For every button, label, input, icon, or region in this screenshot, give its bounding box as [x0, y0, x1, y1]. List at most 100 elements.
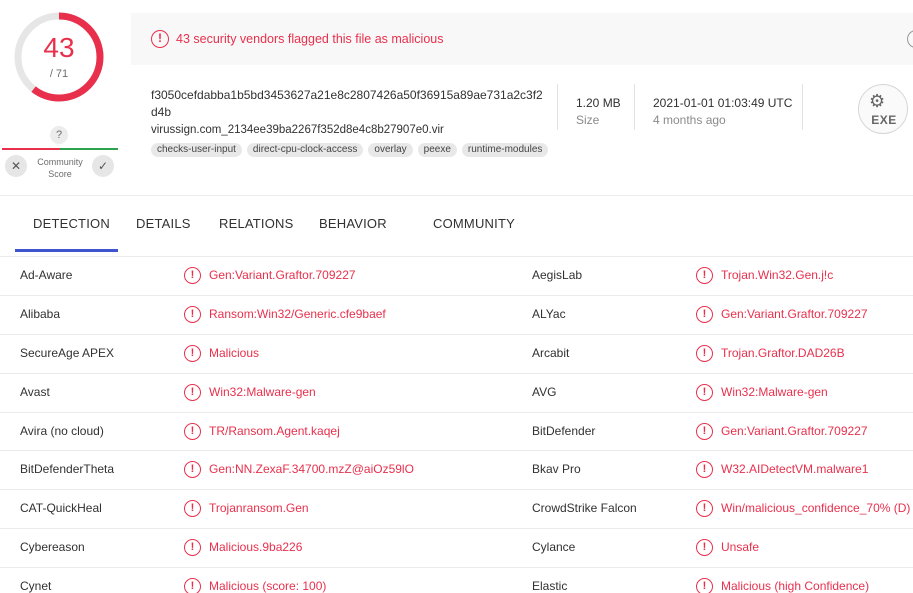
engine-total: / 71	[49, 68, 69, 80]
file-info-panel: f3050cefdabba1b5bd3453627a21e8c2807426a5…	[131, 66, 913, 176]
divider	[557, 84, 558, 130]
detection-result: Win32:Malware-gen	[209, 384, 316, 399]
detection-result: Trojan.Graftor.DAD26B	[721, 345, 845, 360]
malicious-alert-icon: !	[696, 305, 713, 323]
detection-row: Cynet! Malicious (score: 100) Elastic! Mali…	[0, 567, 913, 593]
vendor-name: BitDefender	[532, 423, 596, 438]
malicious-alert-icon: !	[184, 422, 201, 440]
malicious-alert-icon: !	[696, 578, 713, 593]
detection-result: Ransom:Win32/Generic.cfe9baef	[209, 306, 386, 321]
tab-behavior[interactable]: BEHAVIOR	[319, 216, 387, 231]
malicious-alert-icon: !	[696, 344, 713, 362]
vendor-name: AegisLab	[532, 268, 583, 282]
malicious-alert-icon: !	[696, 539, 713, 557]
tag-peexe[interactable]: peexe	[417, 143, 457, 157]
detection-count: 43	[43, 32, 75, 63]
tab-relations[interactable]: RELATIONS	[219, 216, 294, 231]
detection-row: Ad-Aware! Gen:Variant.Graftor.709227 Aegis…	[0, 256, 913, 295]
malicious-alert-icon: !	[184, 267, 201, 284]
malicious-alert-icon: !	[696, 461, 713, 479]
vendor-name: SecureAge APEX	[20, 345, 115, 360]
last-analysis-ago: 4 months ago	[653, 113, 726, 127]
detection-result: Unsafe	[721, 540, 760, 555]
tab-community[interactable]: COMMUNITY	[433, 216, 515, 231]
tab-bar: DETECTION DETAILS RELATIONS BEHAVIOR COM…	[0, 195, 913, 252]
divider	[802, 84, 803, 130]
vendor-name: Cylance	[532, 540, 576, 555]
tag-overlay[interactable]: overlay	[368, 143, 413, 157]
malicious-alert-icon: !	[184, 383, 201, 401]
file-size: 1.20 MB	[576, 96, 621, 110]
detection-row: Avira (no cloud)! TR/Ransom.Agent.kaqej Bi…	[0, 411, 913, 451]
vendor-name: Elastic	[532, 579, 568, 593]
detection-result: Malicious.9ba226	[209, 540, 303, 555]
detection-result: W32.AIDetectVM.malware1	[721, 462, 869, 477]
malicious-alert-icon: !	[696, 383, 713, 401]
malicious-alert-icon: !	[696, 267, 713, 284]
exe-file-icon: ⚙ EXE	[858, 84, 908, 134]
file-hash: f3050cefdabba1b5bd3453627a21e8c2807426a5…	[151, 88, 543, 119]
vendor-name: Avira (no cloud)	[20, 423, 104, 438]
detection-table: Ad-Aware! Gen:Variant.Graftor.709227 Aegis…	[0, 256, 913, 593]
malicious-alert-icon: !	[184, 305, 201, 323]
alert-text: 43 security vendors flagged this file as…	[176, 32, 444, 46]
detection-row: Alibaba! Ransom:Win32/Generic.cfe9baef ALY…	[0, 294, 913, 334]
file-type-label: EXE	[871, 113, 897, 127]
detection-result: Gen:NN.ZexaF.34700.mzZ@aiOz59lO	[209, 462, 414, 477]
vendor-name: Avast	[20, 384, 50, 399]
tag-checks-user-input[interactable]: checks-user-input	[151, 143, 242, 157]
detection-result: Malicious (score: 100)	[209, 579, 327, 593]
detection-row: SecureAge APEX! Malicious Arcabit! Trojan.G…	[0, 333, 913, 373]
reanalyze-icon[interactable]	[907, 30, 913, 48]
detection-row: BitDefenderTheta! Gen:NN.ZexaF.34700.mzZ@…	[0, 450, 913, 489]
vendor-name: Bkav Pro	[532, 462, 581, 477]
detection-result: Win32:Malware-gen	[721, 384, 828, 399]
vendor-name: Alibaba	[20, 306, 61, 321]
malicious-alert-icon: !	[184, 461, 201, 479]
vendor-name: Ad-Aware	[20, 268, 73, 282]
malicious-alert-banner: ! 43 security vendors flagged this file …	[131, 13, 913, 65]
vendor-name: CrowdStrike Falcon	[532, 501, 637, 516]
gear-icon: ⚙	[869, 91, 886, 111]
detection-score-gauge: 43 / 71	[12, 10, 106, 104]
tag-runtime-modules[interactable]: runtime-modules	[461, 143, 549, 157]
community-score-unknown-icon: ?	[50, 126, 68, 144]
tab-details[interactable]: DETAILS	[136, 216, 191, 231]
detection-result: Malicious (high Confidence)	[721, 579, 870, 593]
active-tab-indicator	[15, 249, 118, 252]
file-name: virussign.com_2134ee39ba2267f352d8e4c8b2…	[151, 124, 444, 136]
vote-harmful-button[interactable]: ✕	[5, 155, 27, 177]
detection-result: Gen:Variant.Graftor.709227	[209, 268, 356, 282]
community-score-label: Community Score	[37, 157, 83, 179]
malicious-alert-icon: !	[696, 500, 713, 518]
file-size-label: Size	[576, 113, 600, 127]
malicious-alert-icon: !	[184, 539, 201, 557]
file-tags: checks-user-input direct-cpu-clock-acces…	[151, 143, 549, 157]
tag-direct-cpu-clock-access[interactable]: direct-cpu-clock-access	[246, 143, 364, 157]
malicious-alert-icon: !	[184, 344, 201, 362]
detection-result: TR/Ransom.Agent.kaqej	[209, 423, 340, 438]
divider	[634, 84, 635, 130]
alert-icon: !	[151, 30, 169, 48]
detection-result: Win/malicious_confidence_70% (D)	[721, 501, 911, 516]
detection-result: Trojan.Win32.Gen.j!c	[721, 268, 834, 282]
detection-result: Malicious	[209, 345, 260, 360]
tab-detection[interactable]: DETECTION	[33, 216, 110, 231]
detection-result: Gen:Variant.Graftor.709227	[721, 306, 868, 321]
vendor-name: AVG	[532, 384, 557, 399]
community-score-bar	[2, 148, 118, 150]
last-analysis-date: 2021-01-01 01:03:49 UTC	[653, 96, 793, 110]
detection-result: Trojanransom.Gen	[209, 501, 309, 516]
vote-harmless-button[interactable]: ✓	[92, 155, 114, 177]
malicious-alert-icon: !	[184, 500, 201, 518]
vendor-name: CAT-QuickHeal	[20, 501, 102, 516]
detection-row: CAT-QuickHeal! Trojanransom.Gen CrowdStrik…	[0, 489, 913, 528]
vendor-name: ALYac	[532, 306, 566, 321]
detection-result: Gen:Variant.Graftor.709227	[721, 423, 868, 438]
malicious-alert-icon: !	[696, 422, 713, 440]
vendor-name: Cybereason	[20, 540, 85, 555]
detection-row: Cybereason! Malicious.9ba226 Cylance! Unsaf…	[0, 528, 913, 567]
malicious-alert-icon: !	[184, 578, 201, 593]
detection-row: Avast! Win32:Malware-gen AVG! Win32:Malware…	[0, 372, 913, 412]
vendor-name: Cynet	[20, 579, 52, 593]
